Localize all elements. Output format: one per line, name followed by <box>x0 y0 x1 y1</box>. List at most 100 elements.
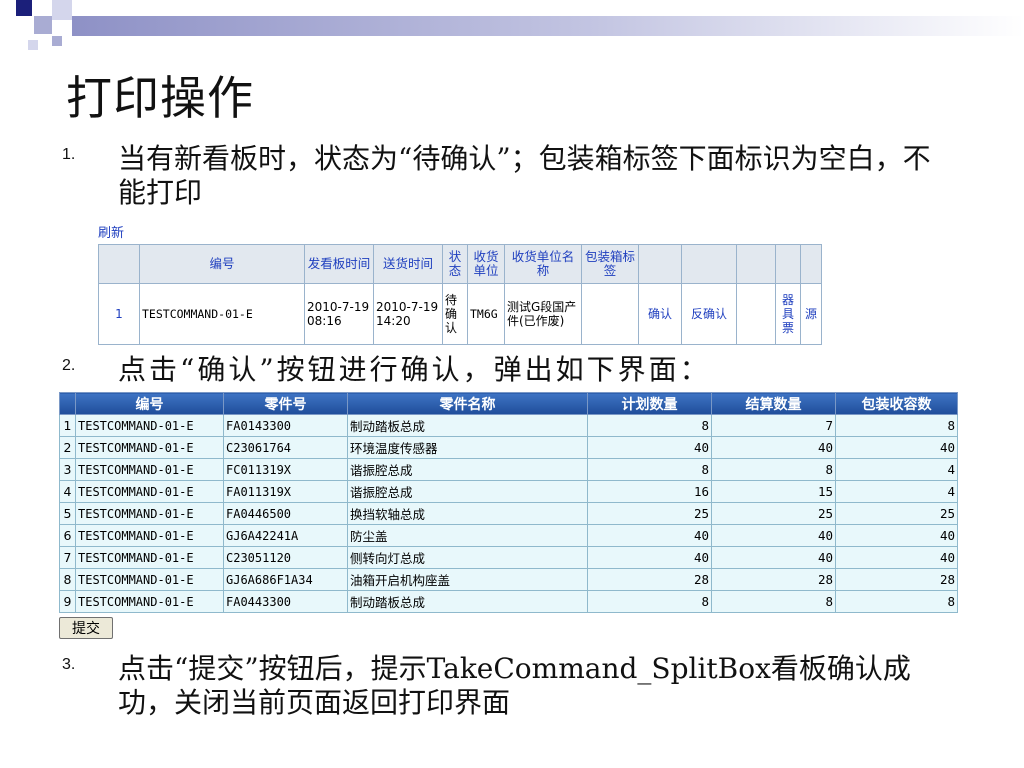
step-text: 当有新看板时，状态为“待确认”；包装箱标签下面标识为空白，不能打印 <box>118 142 931 209</box>
part-name: 制动踏板总成 <box>347 414 588 437</box>
table-row: 1 TESTCOMMAND-01-E 2010-7-19 08:16 2010-… <box>98 283 822 345</box>
column-header <box>59 392 76 415</box>
kanban-list-screenshot: 刷新 编号 发看板时间 送货时间 状态 收货单位 收货单位名称 包装箱标签 1 … <box>96 222 896 348</box>
plan-quantity: 8 <box>587 590 712 613</box>
part-number: C23051120 <box>223 546 348 569</box>
kanban-code: TESTCOMMAND-01-E <box>139 283 305 345</box>
column-header: 送货时间 <box>373 244 443 284</box>
table-row[interactable]: 8 TESTCOMMAND-01-E GJ6A686F1A34 油箱开启机构座盖 28 2… <box>59 568 958 591</box>
decor-square <box>34 16 52 34</box>
plan-quantity: 8 <box>587 414 712 437</box>
row-index: 5 <box>59 502 76 525</box>
pack-capacity: 4 <box>835 480 958 503</box>
table-row[interactable]: 4 TESTCOMMAND-01-E FA011319X 谐振腔总成 16 15 4 <box>59 480 958 503</box>
part-name: 环境温度传感器 <box>347 436 588 459</box>
settle-quantity: 40 <box>711 524 836 547</box>
decor-square <box>28 40 38 50</box>
row-index: 3 <box>59 458 76 481</box>
column-header <box>638 244 682 284</box>
pack-capacity: 40 <box>835 436 958 459</box>
part-number: C23061764 <box>223 436 348 459</box>
column-header: 结算数量 <box>711 392 836 415</box>
header-gradient-bar <box>72 16 1024 36</box>
table-header-row: 编号 发看板时间 送货时间 状态 收货单位 收货单位名称 包装箱标签 <box>98 244 822 284</box>
row-index: 1 <box>98 283 140 345</box>
settle-quantity: 15 <box>711 480 836 503</box>
column-header <box>681 244 737 284</box>
part-code: TESTCOMMAND-01-E <box>75 568 224 591</box>
table-row[interactable]: 7 TESTCOMMAND-01-E C23051120 侧转向灯总成 40 40 40 <box>59 546 958 569</box>
plan-quantity: 40 <box>587 436 712 459</box>
column-header: 编号 <box>139 244 305 284</box>
part-name: 侧转向灯总成 <box>347 546 588 569</box>
row-index: 9 <box>59 590 76 613</box>
part-code: TESTCOMMAND-01-E <box>75 436 224 459</box>
table-row[interactable]: 2 TESTCOMMAND-01-E C23061764 环境温度传感器 40 40 40 <box>59 436 958 459</box>
row-index: 4 <box>59 480 76 503</box>
settle-quantity: 8 <box>711 458 836 481</box>
row-index: 2 <box>59 436 76 459</box>
part-number: FA0446500 <box>223 502 348 525</box>
row-index: 6 <box>59 524 76 547</box>
plan-quantity: 40 <box>587 546 712 569</box>
unconfirm-link[interactable]: 反确认 <box>681 283 737 345</box>
part-name: 制动踏板总成 <box>347 590 588 613</box>
plan-quantity: 28 <box>587 568 712 591</box>
table-row[interactable]: 5 TESTCOMMAND-01-E FA0446500 换挡软轴总成 25 25 25 <box>59 502 958 525</box>
part-number: FA011319X <box>223 480 348 503</box>
table-row[interactable]: 3 TESTCOMMAND-01-E FC011319X 谐振腔总成 8 8 4 <box>59 458 958 481</box>
column-header: 计划数量 <box>587 392 712 415</box>
decor-square <box>16 0 32 16</box>
decor-square <box>52 0 72 20</box>
part-code: TESTCOMMAND-01-E <box>75 414 224 437</box>
delivery-time: 2010-7-19 14:20 <box>373 283 443 345</box>
confirm-link[interactable]: 确认 <box>638 283 682 345</box>
plan-quantity: 16 <box>587 480 712 503</box>
column-header: 状态 <box>442 244 468 284</box>
column-header: 零件名称 <box>347 392 588 415</box>
row-index: 1 <box>59 414 76 437</box>
ticket-link[interactable]: 器具票 <box>775 283 801 345</box>
step-text: 点击“提交”按钮后，提示TakeCommand_SplitBox看板确认成功，关… <box>118 652 911 719</box>
row-index: 7 <box>59 546 76 569</box>
refresh-link[interactable]: 刷新 <box>98 222 124 241</box>
step-number: 1. <box>62 146 76 163</box>
plan-quantity: 40 <box>587 524 712 547</box>
part-number: FC011319X <box>223 458 348 481</box>
empty-cell <box>736 283 776 345</box>
column-header: 收货单位名称 <box>504 244 582 284</box>
box-label-cell <box>581 283 639 345</box>
pack-capacity: 8 <box>835 414 958 437</box>
parts-table: 编号 零件号 零件名称 计划数量 结算数量 包装收容数 1 TESTCOMMAND… <box>59 392 958 613</box>
pack-capacity: 25 <box>835 502 958 525</box>
plan-quantity: 8 <box>587 458 712 481</box>
step-number: 2. <box>62 357 76 374</box>
submit-button[interactable]: 提交 <box>59 617 113 639</box>
settle-quantity: 25 <box>711 502 836 525</box>
table-row[interactable]: 9 TESTCOMMAND-01-E FA0443300 制动踏板总成 8 8 8 <box>59 590 958 613</box>
part-name: 油箱开启机构座盖 <box>347 568 588 591</box>
receiver-name-cell: 测试G段国产件(已作废) <box>504 283 582 345</box>
part-name: 换挡软轴总成 <box>347 502 588 525</box>
part-code: TESTCOMMAND-01-E <box>75 524 224 547</box>
slide-title: 打印操作 <box>66 71 254 125</box>
status-cell: 待确认 <box>442 283 468 345</box>
table-row[interactable]: 6 TESTCOMMAND-01-E GJ6A42241A 防尘盖 40 40 40 <box>59 524 958 547</box>
table-row[interactable]: 1 TESTCOMMAND-01-E FA0143300 制动踏板总成 8 7 8 <box>59 414 958 437</box>
step-text: 点击“确认”按钮进行确认，弹出如下界面： <box>118 353 711 386</box>
plan-quantity: 25 <box>587 502 712 525</box>
decor-square <box>52 36 62 46</box>
issue-time: 2010-7-19 08:16 <box>304 283 374 345</box>
part-number: GJ6A686F1A34 <box>223 568 348 591</box>
part-name: 防尘盖 <box>347 524 588 547</box>
settle-quantity: 28 <box>711 568 836 591</box>
column-header: 收货单位 <box>467 244 505 284</box>
part-code: TESTCOMMAND-01-E <box>75 590 224 613</box>
source-link[interactable]: 源 <box>800 283 822 345</box>
settle-quantity: 40 <box>711 436 836 459</box>
column-header <box>800 244 822 284</box>
parts-grid-screenshot: 编号 零件号 零件名称 计划数量 结算数量 包装收容数 1 TESTCOMMAND… <box>59 392 958 614</box>
part-number: GJ6A42241A <box>223 524 348 547</box>
column-header <box>775 244 801 284</box>
settle-quantity: 8 <box>711 590 836 613</box>
